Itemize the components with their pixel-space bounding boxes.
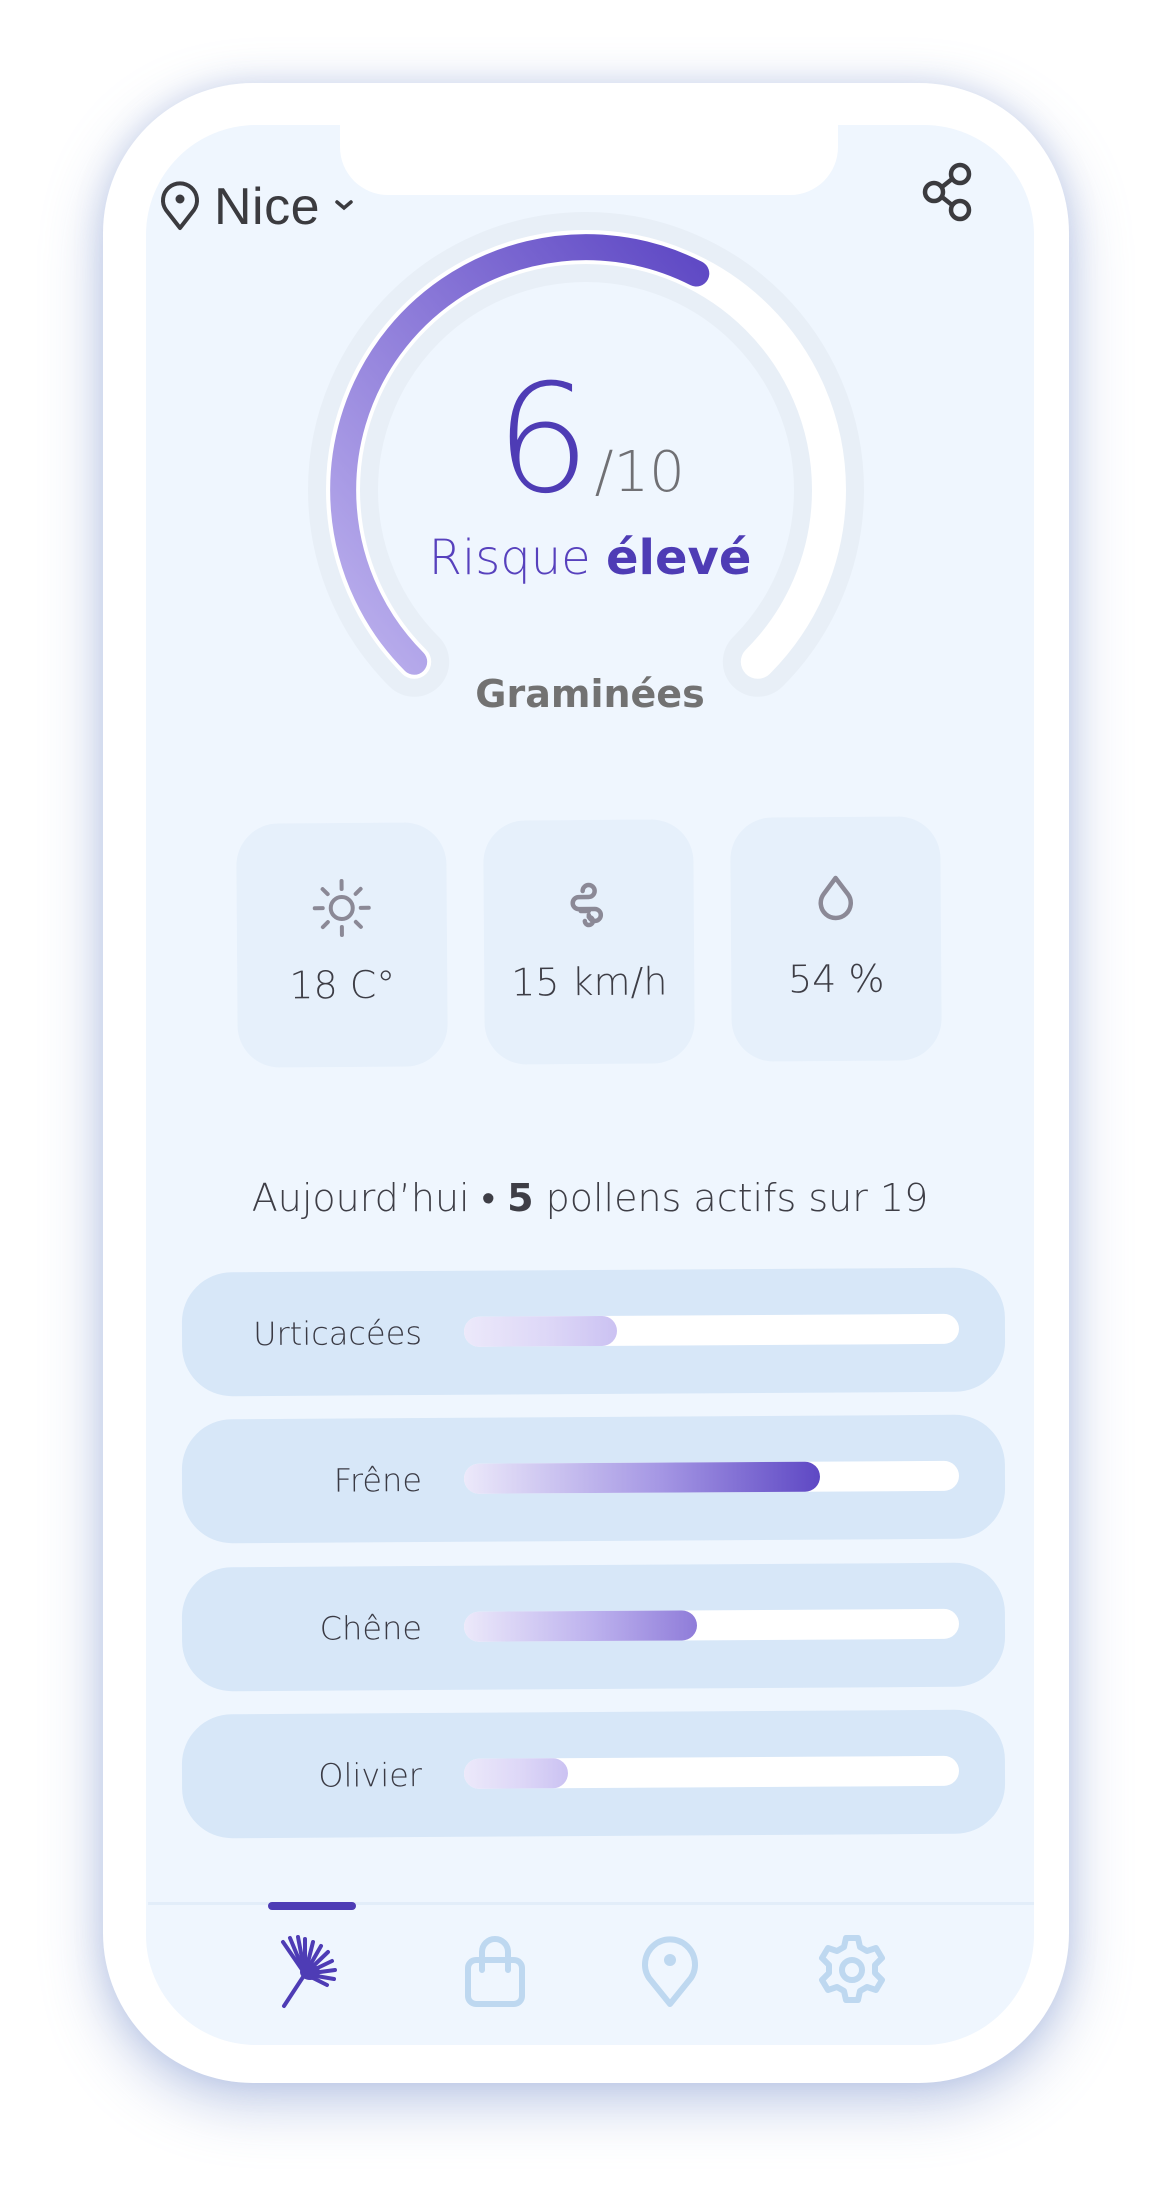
nav-active-indicator: [268, 1902, 356, 1910]
pollen-name: Urticacées: [253, 1314, 423, 1354]
share-icon: [922, 162, 972, 222]
pollen-name: Frêne: [333, 1461, 423, 1500]
nav-tab-map[interactable]: [630, 1930, 710, 2010]
phone-notch: [340, 125, 838, 195]
pollen-level-track: [463, 1755, 960, 1789]
temperature-value: 18 C°: [289, 962, 396, 1008]
risk-level: élevé: [605, 530, 752, 586]
shopping-bag-icon: [465, 1936, 525, 2007]
pollen-level-fill: [463, 1315, 618, 1347]
droplet-icon: [818, 875, 853, 921]
nav-tab-pollen[interactable]: [272, 1930, 352, 2010]
pollen-level-fill: [463, 1461, 821, 1494]
pollen-row[interactable]: Frêne: [181, 1414, 1006, 1544]
risk-score-max: /10: [594, 440, 685, 505]
pollen-level-fill: [463, 1758, 569, 1789]
pollen-row[interactable]: Chêne: [181, 1562, 1006, 1692]
gear-icon: [819, 1935, 885, 2003]
pollen-level-track: [463, 1608, 960, 1642]
share-button[interactable]: [920, 162, 976, 222]
risk-score: 6 /10: [470, 355, 710, 515]
wind-speed-value: 15 km/h: [510, 959, 668, 1005]
active-pollen-count: 5: [507, 1176, 534, 1220]
sun-icon: [312, 879, 371, 938]
summary-prefix: Aujourd’hui •: [251, 1176, 495, 1220]
pollen-level-fill: [463, 1610, 697, 1642]
summary-suffix: pollens actifs sur 19: [545, 1176, 929, 1220]
pollen-level-track: [463, 1460, 960, 1494]
pollen-name: Olivier: [318, 1756, 423, 1795]
pollen-summary: Aujourd’hui • 5 pollens actifs sur 19: [180, 1176, 1000, 1221]
risk-score-value: 6: [495, 353, 591, 527]
nav-tab-shop[interactable]: [455, 1930, 535, 2010]
wind-icon: [570, 882, 604, 928]
pollen-row[interactable]: Olivier: [181, 1709, 1006, 1839]
dandelion-icon: [281, 1935, 337, 2008]
weather-card-wind: 15 km/h: [483, 819, 695, 1065]
nav-tab-settings[interactable]: [812, 1930, 892, 2010]
main-pollen-name: Graminées: [475, 672, 705, 716]
pollen-level-track: [463, 1313, 960, 1347]
city-name[interactable]: Nice: [214, 177, 320, 237]
weather-card-humidity: 54 %: [730, 816, 942, 1062]
map-pin-icon: [642, 1936, 698, 2007]
risk-label: Risque élevé: [380, 530, 800, 586]
humidity-value: 54 %: [787, 956, 885, 1002]
pollen-name: Chêne: [319, 1609, 423, 1648]
pollen-row[interactable]: Urticacées: [181, 1267, 1006, 1397]
weather-card-temperature: 18 C°: [236, 822, 448, 1068]
map-pin-icon: [160, 179, 200, 236]
risk-label-prefix: Risque: [428, 530, 591, 586]
